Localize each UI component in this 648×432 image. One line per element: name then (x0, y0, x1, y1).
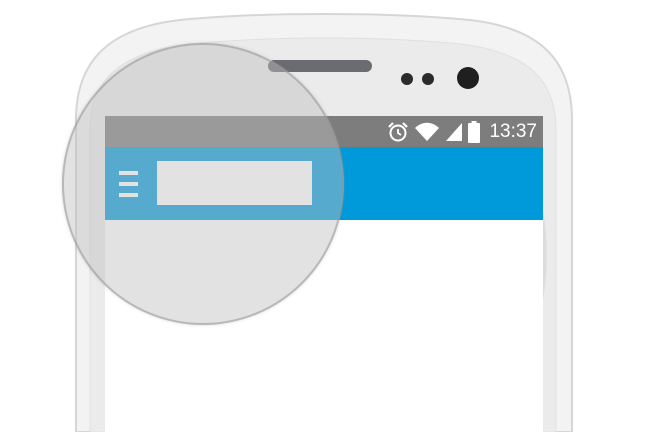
status-time: 13:37 (489, 121, 537, 142)
cellular-signal-icon (445, 122, 463, 142)
illustration: 13:37 (0, 0, 648, 432)
battery-icon (468, 120, 481, 143)
proximity-sensor (401, 73, 413, 85)
proximity-sensor (422, 73, 434, 85)
status-icons: 13:37 (387, 116, 537, 147)
status-bar: 13:37 (105, 116, 543, 147)
hamburger-menu-icon[interactable] (117, 167, 141, 201)
alarm-icon (387, 121, 409, 143)
app-action-bar (105, 147, 543, 220)
front-camera (457, 67, 479, 89)
earpiece-speaker (268, 60, 372, 72)
wifi-icon (414, 122, 440, 142)
screen-content (105, 220, 543, 432)
app-title-placeholder (157, 161, 312, 205)
